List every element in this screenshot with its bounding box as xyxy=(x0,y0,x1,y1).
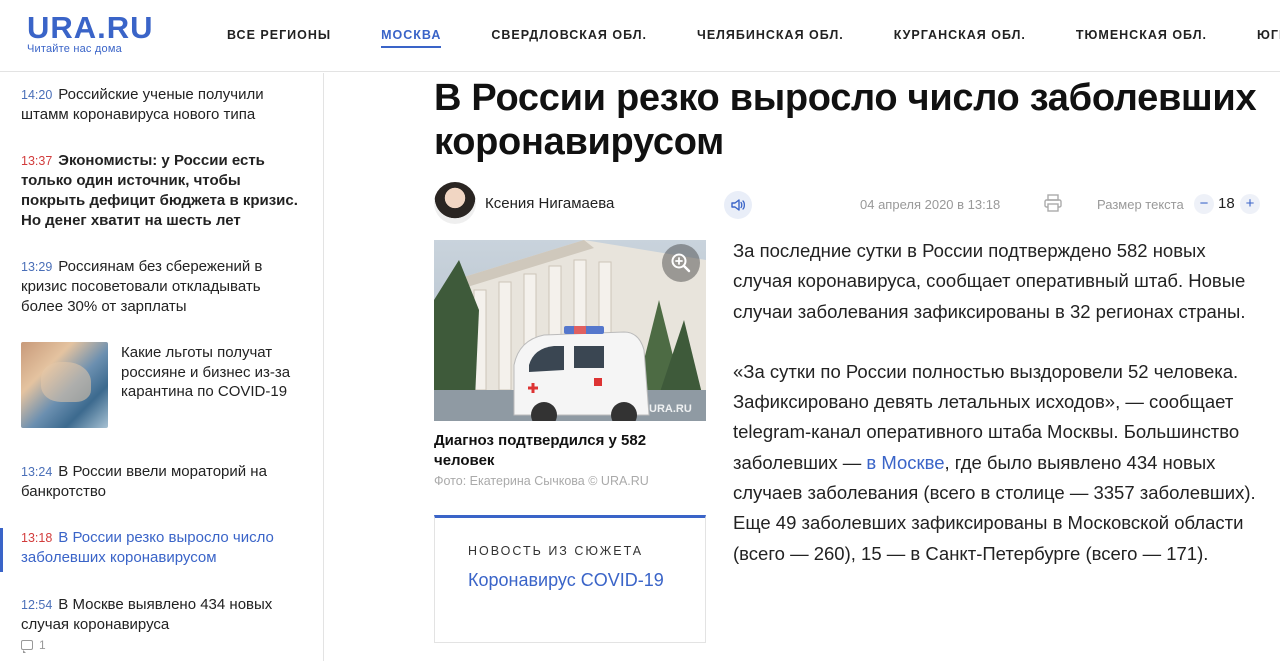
author-avatar[interactable] xyxy=(434,182,476,224)
news-item[interactable]: 13:29 Россиянам без сбережений в кризис п… xyxy=(21,257,306,317)
comment-icon xyxy=(21,640,33,653)
nav-item-tyumen[interactable]: ТЮМЕНСКАЯ ОБЛ. xyxy=(1076,28,1207,48)
nav-item-sverdlovsk[interactable]: СВЕРДЛОВСКАЯ ОБЛ. xyxy=(491,28,647,48)
article-paragraph: «За сутки по России полностью выздоровел… xyxy=(733,357,1268,569)
font-size-value: 18 xyxy=(1218,195,1235,212)
news-title: Экономисты: у России есть только один ис… xyxy=(21,152,298,229)
photo-watermark: URA.RU xyxy=(649,403,692,415)
author-name[interactable]: Ксения Нигамаева xyxy=(485,195,614,212)
news-time: 13:18 xyxy=(21,531,53,545)
news-thumbnail[interactable] xyxy=(21,342,108,428)
news-feed-sidebar: 14:20 Российские ученые получили штамм ко… xyxy=(0,73,324,661)
photo-credit: Фото: Екатерина Сычкова © URA.RU xyxy=(434,474,649,488)
photo-caption: Диагноз подтвердился у 582 человек xyxy=(434,432,647,469)
related-story-box: НОВОСТЬ ИЗ СЮЖЕТА Коронавирус COVID-19 xyxy=(434,515,706,643)
news-time: 13:24 xyxy=(21,465,53,479)
comments-count-value: 1 xyxy=(39,638,46,652)
font-increase-button[interactable]: + xyxy=(1240,194,1260,214)
news-time: 13:37 xyxy=(21,154,53,168)
news-time: 14:20 xyxy=(21,88,53,102)
speaker-icon xyxy=(731,199,745,211)
news-item[interactable]: 13:24 В России ввели мораторий на банкрот… xyxy=(21,462,306,502)
moscow-link[interactable]: в Москве xyxy=(866,452,944,473)
article-body: За последние сутки в России подтверждено… xyxy=(733,236,1268,599)
news-item-with-image-title[interactable]: Какие льготы получат россияне и бизнес и… xyxy=(121,343,311,402)
nav-item-moscow[interactable]: МОСКВА xyxy=(381,28,442,48)
region-nav: ВСЕ РЕГИОНЫ МОСКВА СВЕРДЛОВСКАЯ ОБЛ. ЧЕЛ… xyxy=(227,28,1280,48)
nav-item-kurgan[interactable]: КУРГАНСКАЯ ОБЛ. xyxy=(894,28,1026,48)
news-title: В России резко выросло число заболевших … xyxy=(21,529,274,566)
news-time: 13:29 xyxy=(21,260,53,274)
photo-zoom-button[interactable] xyxy=(662,244,700,282)
comments-count[interactable]: 1 xyxy=(21,638,46,653)
listen-audio-button[interactable] xyxy=(724,191,752,219)
nav-item-chelyabinsk[interactable]: ЧЕЛЯБИНСКАЯ ОБЛ. xyxy=(697,28,844,48)
news-title: В России ввели мораторий на банкротство xyxy=(21,463,267,500)
site-logo[interactable]: URA.RU Читайте нас дома xyxy=(27,10,154,56)
article-meta-row: Ксения Нигамаева 04 апреля 2020 в 13:18 … xyxy=(434,182,1264,226)
article-date: 04 апреля 2020 в 13:18 xyxy=(860,197,1001,212)
font-decrease-button[interactable]: − xyxy=(1194,194,1214,214)
story-link[interactable]: Коронавирус COVID-19 xyxy=(468,569,668,591)
article-paragraph: За последние сутки в России подтверждено… xyxy=(733,240,1246,322)
news-title: В Москве выявлено 434 новых случая корон… xyxy=(21,596,273,633)
news-time: 12:54 xyxy=(21,598,53,612)
news-title: Россиянам без сбережений в кризис посове… xyxy=(21,258,263,315)
news-title: Российские ученые получили штамм коронав… xyxy=(21,86,264,123)
current-item-indicator xyxy=(0,528,3,572)
news-item[interactable]: 13:37 Экономисты: у России есть только од… xyxy=(21,151,306,231)
font-size-label: Размер текста xyxy=(1097,197,1184,212)
story-label: НОВОСТЬ ИЗ СЮЖЕТА xyxy=(468,544,644,558)
news-item-current[interactable]: 13:18 В России резко выросло число заболе… xyxy=(21,528,306,568)
nav-item-all-regions[interactable]: ВСЕ РЕГИОНЫ xyxy=(227,28,331,48)
print-icon[interactable] xyxy=(1043,193,1063,213)
site-header: URA.RU Читайте нас дома ВСЕ РЕГИОНЫ МОСК… xyxy=(0,0,1280,72)
news-item[interactable]: 12:54 В Москве выявлено 434 новых случая … xyxy=(21,595,306,635)
nav-item-yugra[interactable]: ЮГРА xyxy=(1257,28,1280,48)
article-headline: В России резко выросло число заболевших … xyxy=(434,77,1257,163)
news-item[interactable]: 14:20 Российские ученые получили штамм ко… xyxy=(21,85,306,125)
logo-text: URA.RU xyxy=(27,10,154,45)
zoom-in-icon xyxy=(671,253,691,273)
